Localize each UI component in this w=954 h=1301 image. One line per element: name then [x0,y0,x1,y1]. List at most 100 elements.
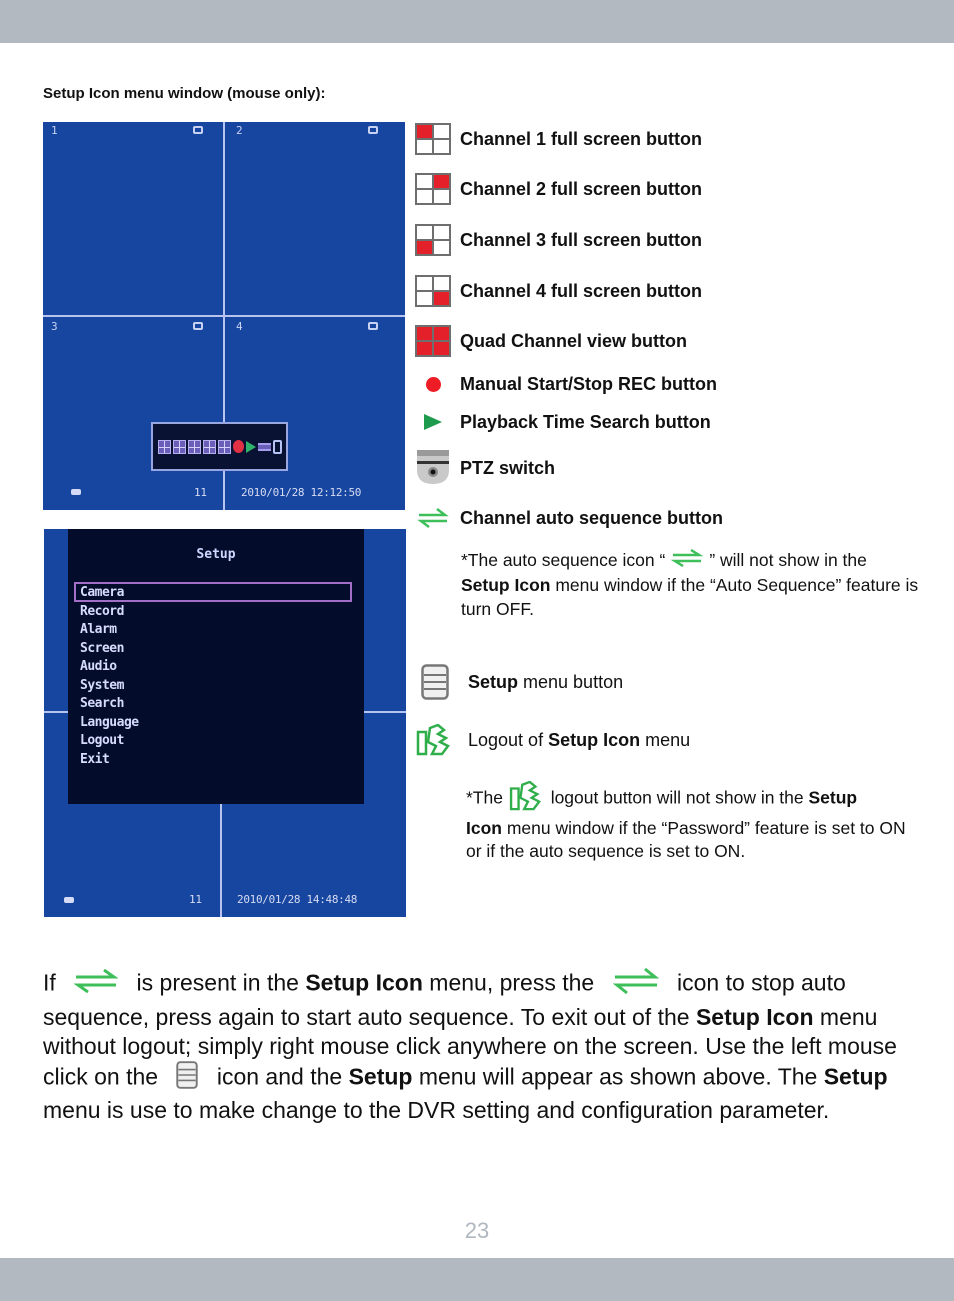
setup-menu-item-exit[interactable]: Exit [80,751,139,770]
note-bold: Icon [466,818,502,838]
auto-sequence-arrows-icon [612,966,659,1003]
channel-2-grid-icon [414,171,452,207]
legend-label: Quad Channel view button [460,330,688,351]
legend-item: Channel 3 full screen button [414,222,702,258]
legend-item: Setup menu button [416,664,623,700]
logout-note: *The logout button will not show in the … [466,780,926,863]
setup-menu-item-system[interactable]: System [80,677,139,696]
footer-bar [0,1258,954,1301]
legend-item: Playback Time Search button [414,404,711,440]
channel-2-icon[interactable] [172,439,186,454]
channel-3-icon[interactable] [187,439,201,454]
speaker-icon [64,897,74,903]
setup-menu-item-camera[interactable]: Camera [80,584,139,603]
logout-icon [416,722,454,758]
play-icon[interactable] [245,440,256,453]
legend-item: Channel 4 full screen button [414,273,702,309]
camera-status-icon [368,126,378,134]
channel-4-grid-icon [414,273,452,309]
timestamp: 2010/01/28 14:48:48 [237,893,358,906]
note-text: ” will not show in the [709,550,867,570]
legend-label: Setup menu button [468,672,623,693]
legend-item: Quad Channel view button [414,323,687,359]
setup-menu-panel: Setup Camera Record Alarm Screen Audio S… [68,529,364,804]
dvr-quad-screenshot: 1 2 3 4 11 2010/01/28 12:12:50 [43,122,405,510]
note-text: menu window if the “Password” feature is… [466,818,906,861]
timestamp: 2010/01/28 12:12:50 [241,486,362,499]
setup-menu-item-search[interactable]: Search [80,695,139,714]
record-icon[interactable] [232,440,244,453]
paragraph-bold: Setup Icon [305,969,423,996]
paragraph-bold: Setup [348,1063,413,1090]
channel-number: 1 [51,124,58,137]
channel-4-icon[interactable] [202,439,216,454]
speaker-icon [71,489,81,495]
setup-menu-icon [416,664,454,700]
menu-icon[interactable] [272,439,282,454]
legend-label: Logout of Setup Icon menu [468,730,690,751]
channel-1-grid-icon [414,121,452,157]
body-paragraph: If is present in the Setup Icon menu, pr… [43,966,903,1125]
legend-item: Channel 1 full screen button [414,121,702,157]
legend-item: PTZ switch [414,450,555,486]
play-triangle-icon [414,404,452,440]
channel-3-grid-icon [414,222,452,258]
legend-item: Logout of Setup Icon menu [416,722,690,758]
paragraph-text: If [43,969,63,996]
label-bold: Setup [468,671,519,692]
legend-label: Channel 1 full screen button [460,128,703,149]
paragraph-bold: Setup [823,1063,888,1090]
paragraph-text: menu, press the [422,969,601,996]
record-dot-icon [414,366,452,402]
status-count: 11 [189,893,202,906]
divider-horizontal [43,315,405,317]
channel-number: 4 [236,320,243,333]
sequence-icon[interactable] [257,442,271,451]
setup-menu-item-screen[interactable]: Screen [80,640,139,659]
legend-item: Channel auto sequence button [414,500,723,536]
quad-icon[interactable] [217,439,231,454]
auto-sequence-arrows-icon [414,500,452,536]
auto-sequence-arrows-icon [670,549,704,573]
label-bold: Setup Icon [548,729,641,750]
dvr-setup-screenshot: Setup Camera Record Alarm Screen Audio S… [44,529,406,917]
legend-label: Manual Start/Stop REC button [460,373,717,394]
header-bar [0,0,954,43]
label-text: menu [640,729,691,750]
auto-sequence-note: *The auto sequence icon “ ” will not sho… [461,548,921,621]
legend-label: Playback Time Search button [460,411,711,432]
setup-menu-icon [176,1061,199,1096]
setup-menu-item-audio[interactable]: Audio [80,658,139,677]
paragraph-bold: Setup Icon [695,1004,814,1030]
setup-menu-item-record[interactable]: Record [80,603,139,622]
setup-menu-list: Camera Record Alarm Screen Audio System … [80,584,139,769]
paragraph-text: menu will appear as shown above. The [412,1063,824,1090]
channel-number: 2 [236,124,243,137]
setup-menu-title: Setup [196,547,236,562]
note-text: logout button will not show in the [545,787,809,808]
camera-status-icon [193,322,203,330]
channel-1-icon[interactable] [157,439,171,454]
legend-label: PTZ switch [460,457,556,478]
legend-label: Channel auto sequence button [460,507,724,528]
status-count: 11 [194,486,207,499]
setup-icon-toolbar [151,422,288,471]
legend-label: Channel 2 full screen button [460,178,703,199]
setup-menu-item-language[interactable]: Language [80,714,139,733]
note-text: *The auto sequence icon “ [461,550,666,570]
camera-status-icon [193,126,203,134]
setup-menu-item-logout[interactable]: Logout [80,732,139,751]
logout-icon [508,780,546,817]
setup-menu-item-alarm[interactable]: Alarm [80,621,139,640]
channel-number: 3 [51,320,58,333]
ptz-camera-icon [414,450,452,486]
note-text: *The [466,787,508,808]
paragraph-text: icon and the [210,1063,349,1090]
label-text: Logout of [468,729,549,750]
paragraph-text: menu is use to make change to the DVR se… [43,1097,830,1123]
legend-label: Channel 3 full screen button [460,229,703,250]
page-number: 23 [464,1218,490,1243]
note-bold: Setup [808,787,858,808]
camera-status-icon [368,322,378,330]
label-text: menu button [518,671,624,692]
